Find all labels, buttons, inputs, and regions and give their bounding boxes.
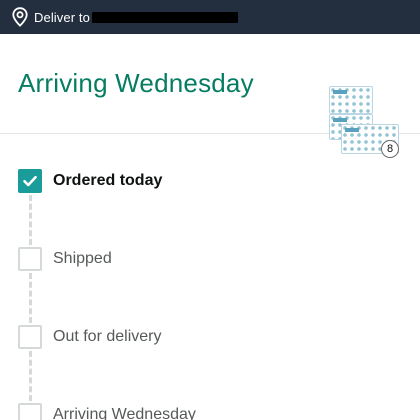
progress-connector: [29, 195, 33, 245]
location-pin-icon: [11, 6, 29, 28]
step-label: Ordered today: [53, 172, 163, 189]
step-label: Shipped: [53, 250, 112, 267]
step-shipped: Shipped: [18, 247, 112, 271]
checkmark-icon: [18, 169, 42, 193]
deliver-to-label: Deliver to: [34, 9, 90, 25]
tissue-box-image: [329, 86, 373, 114]
step-label: Arriving Wednesday: [53, 406, 196, 420]
empty-checkbox-icon: [18, 403, 42, 420]
step-arriving: Arriving Wednesday: [18, 403, 196, 420]
shipment-progress-tracker: Ordered today Shipped Out for delivery A…: [0, 135, 420, 420]
step-label: Out for delivery: [53, 328, 162, 345]
progress-connector: [29, 273, 33, 323]
step-out-for-delivery: Out for delivery: [18, 325, 161, 349]
deliver-to-bar[interactable]: Deliver to: [0, 0, 420, 34]
empty-checkbox-icon: [18, 247, 42, 271]
page-title: Arriving Wednesday: [18, 68, 254, 98]
redacted-address: [91, 12, 238, 23]
step-ordered: Ordered today: [18, 169, 162, 193]
progress-connector: [29, 351, 33, 401]
delivery-header: Arriving Wednesday 8: [0, 34, 420, 158]
empty-checkbox-icon: [18, 325, 42, 349]
